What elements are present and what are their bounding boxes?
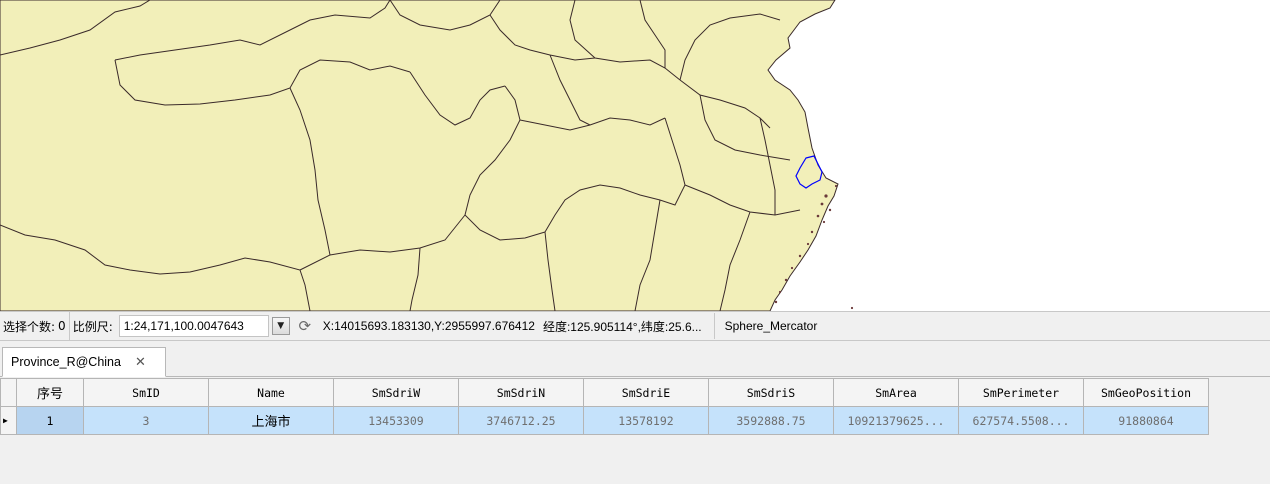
- column-header-smarea[interactable]: SmArea: [833, 378, 959, 407]
- attribute-table: 序号 SmID Name SmSdriW SmSdriN SmSdriE SmS…: [0, 378, 1209, 435]
- close-icon[interactable]: ✕: [135, 354, 146, 370]
- row-pointer-icon: ▶: [0, 406, 17, 435]
- column-header-smsdris[interactable]: SmSdriS: [708, 378, 834, 407]
- cell-smsdrie[interactable]: 13578192: [583, 406, 709, 435]
- cell-smid[interactable]: 3: [83, 406, 209, 435]
- projection-segment: Sphere_Mercator: [713, 313, 1166, 339]
- column-header-smsdrie[interactable]: SmSdriE: [583, 378, 709, 407]
- cell-smperimeter[interactable]: 627574.5508...: [958, 406, 1084, 435]
- column-header-smperimeter[interactable]: SmPerimeter: [958, 378, 1084, 407]
- scale-dropdown-button[interactable]: ▼: [271, 317, 290, 335]
- china-province-map[interactable]: [0, 0, 1270, 311]
- cell-smgeoposition[interactable]: 91880864: [1083, 406, 1209, 435]
- column-header-smsdrin[interactable]: SmSdriN: [458, 378, 584, 407]
- column-header-smgeoposition[interactable]: SmGeoPosition: [1083, 378, 1209, 407]
- projection-name: Sphere_Mercator: [724, 319, 818, 333]
- coordinates-segment: X:14015693.183130,Y:2955997.676412 经度:12…: [319, 312, 706, 340]
- scale-segment: 比例尺: 1:24,171,100.0047643 ▼ ⟳: [70, 312, 319, 340]
- cell-smsdriw[interactable]: 13453309: [333, 406, 459, 435]
- tab-province-table[interactable]: Province_R@China ✕: [2, 347, 166, 377]
- scale-value: 1:24,171,100.0047643: [123, 319, 244, 333]
- selected-count-label: 选择个数:: [3, 319, 56, 334]
- selected-count-segment: 选择个数: 0: [0, 312, 70, 340]
- column-header-smsdriw[interactable]: SmSdriW: [333, 378, 459, 407]
- tab-bar: Province_R@China ✕: [0, 341, 1270, 377]
- refresh-icon: ⟳: [298, 317, 312, 335]
- cell-smsdrin[interactable]: 3746712.25: [458, 406, 584, 435]
- tab-label: Province_R@China: [11, 355, 121, 369]
- column-header-name[interactable]: Name: [208, 378, 334, 407]
- lonlat-value: 经度:125.905114°,纬度:25.6...: [542, 319, 702, 334]
- map-view[interactable]: [0, 0, 1270, 311]
- scale-label: 比例尺:: [72, 319, 113, 334]
- selected-count-value: 0: [58, 319, 66, 333]
- refresh-button[interactable]: ⟳: [294, 315, 316, 337]
- table-row[interactable]: ▶ 1 3 上海市 13453309 3746712.25 13578192 3…: [0, 406, 1209, 435]
- chevron-down-icon: ▼: [277, 321, 285, 331]
- status-bar: 选择个数: 0 比例尺: 1:24,171,100.0047643 ▼ ⟳ X:…: [0, 311, 1270, 341]
- coordinates-value: X:14015693.183130,Y:2955997.676412: [322, 319, 535, 333]
- cell-smsdris[interactable]: 3592888.75: [708, 406, 834, 435]
- cell-name[interactable]: 上海市: [208, 406, 334, 435]
- column-header-smid[interactable]: SmID: [83, 378, 209, 407]
- column-header-seq[interactable]: 序号: [16, 378, 84, 407]
- cell-seq[interactable]: 1: [16, 406, 84, 435]
- cell-smarea[interactable]: 10921379625...: [833, 406, 959, 435]
- row-indicator-header: [0, 378, 17, 407]
- table-header-row: 序号 SmID Name SmSdriW SmSdriN SmSdriE SmS…: [0, 378, 1209, 407]
- scale-input[interactable]: 1:24,171,100.0047643: [118, 315, 269, 337]
